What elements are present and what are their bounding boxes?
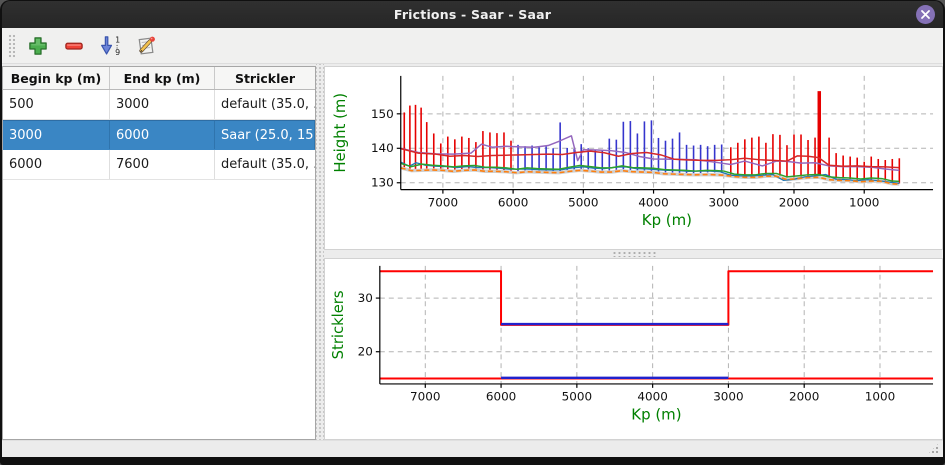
svg-text:6000: 6000 <box>498 196 528 210</box>
table-cell[interactable]: default (35.0, … <box>215 150 315 179</box>
svg-text:1000: 1000 <box>849 196 879 210</box>
svg-text:3000: 3000 <box>709 196 739 210</box>
main-content: Begin kp (m) End kp (m) Strickler 500300… <box>2 64 943 440</box>
svg-text:7000: 7000 <box>410 390 440 404</box>
frictions-window: Frictions - Saar - Saar <box>0 0 945 465</box>
window-title: Frictions - Saar - Saar <box>394 7 551 22</box>
svg-text:9: 9 <box>115 48 120 57</box>
svg-text:30: 30 <box>358 291 373 305</box>
sort-numeric-icon: 1 9 <box>99 35 121 57</box>
svg-text:5000: 5000 <box>562 390 592 404</box>
height-chart-panel: 7000 6000 5000 4000 3000 2000 1000 130 140 150 Kp … <box>324 66 943 250</box>
svg-text:1000: 1000 <box>865 390 895 404</box>
status-bar <box>2 440 943 457</box>
table-row[interactable]: 5003000default (35.0, … <box>3 90 315 120</box>
table-row[interactable]: 60007600default (35.0, … <box>3 150 315 180</box>
svg-text:Kp (m): Kp (m) <box>631 405 681 423</box>
svg-text:150: 150 <box>371 107 394 121</box>
horizontal-splitter[interactable] <box>324 250 943 258</box>
svg-text:2000: 2000 <box>789 390 819 404</box>
remove-icon <box>64 36 84 56</box>
edit-icon <box>135 35 157 57</box>
titlebar[interactable]: Frictions - Saar - Saar <box>2 1 943 28</box>
svg-text:20: 20 <box>358 345 373 359</box>
svg-text:4000: 4000 <box>638 196 668 210</box>
svg-text:5000: 5000 <box>568 196 598 210</box>
sort-rows-button[interactable]: 1 9 <box>95 31 125 61</box>
stricklers-chart-panel: 7000 6000 5000 4000 3000 2000 1000 20 30 Kp (m) St… <box>324 258 943 440</box>
column-header-begin-kp[interactable]: Begin kp (m) <box>3 67 110 89</box>
vertical-splitter[interactable] <box>316 64 324 440</box>
column-header-end-kp[interactable]: End kp (m) <box>110 67 215 89</box>
svg-text:7000: 7000 <box>428 196 458 210</box>
table-row[interactable]: 30006000Saar (25.0, 15.0) <box>3 120 315 150</box>
svg-text:140: 140 <box>371 141 394 155</box>
table-cell[interactable]: 500 <box>3 90 110 119</box>
table-cell[interactable]: 3000 <box>3 121 110 149</box>
splitter-handle-dots <box>612 251 656 257</box>
svg-text:Height (m): Height (m) <box>331 93 349 173</box>
svg-text:4000: 4000 <box>637 390 667 404</box>
table-cell[interactable]: 3000 <box>110 90 215 119</box>
add-icon <box>28 36 48 56</box>
table-cell[interactable]: Saar (25.0, 15.0) <box>215 121 315 149</box>
height-chart-canvas[interactable]: 7000 6000 5000 4000 3000 2000 1000 130 140 150 Kp … <box>325 67 942 249</box>
table-cell[interactable]: default (35.0, … <box>215 90 315 119</box>
svg-text:6000: 6000 <box>486 390 516 404</box>
column-header-strickler[interactable]: Strickler <box>215 67 315 89</box>
toolbar: 1 9 <box>2 28 943 64</box>
svg-text:Kp (m): Kp (m) <box>642 211 692 229</box>
table-header: Begin kp (m) End kp (m) Strickler <box>3 67 315 90</box>
svg-text:130: 130 <box>371 176 394 190</box>
svg-text:3000: 3000 <box>713 390 743 404</box>
svg-text:1: 1 <box>115 35 120 44</box>
edit-friction-button[interactable] <box>131 31 161 61</box>
remove-row-button[interactable] <box>59 31 89 61</box>
table-cell[interactable]: 6000 <box>110 121 215 149</box>
resize-grip[interactable] <box>927 442 940 455</box>
toolbar-drag-handle[interactable] <box>8 34 15 58</box>
charts-area: 7000 6000 5000 4000 3000 2000 1000 130 140 150 Kp … <box>324 64 943 440</box>
close-button[interactable] <box>916 5 935 24</box>
table-cell[interactable]: 6000 <box>3 150 110 179</box>
svg-text:2000: 2000 <box>779 196 809 210</box>
close-icon <box>920 9 931 20</box>
stricklers-chart-canvas[interactable]: 7000 6000 5000 4000 3000 2000 1000 20 30 Kp (m) St… <box>325 259 942 439</box>
svg-text:Stricklers: Stricklers <box>329 290 347 359</box>
table-cell[interactable]: 7600 <box>110 150 215 179</box>
add-row-button[interactable] <box>23 31 53 61</box>
table-body: 5003000default (35.0, …30006000Saar (25.… <box>3 90 315 180</box>
frictions-table: Begin kp (m) End kp (m) Strickler 500300… <box>2 66 316 440</box>
